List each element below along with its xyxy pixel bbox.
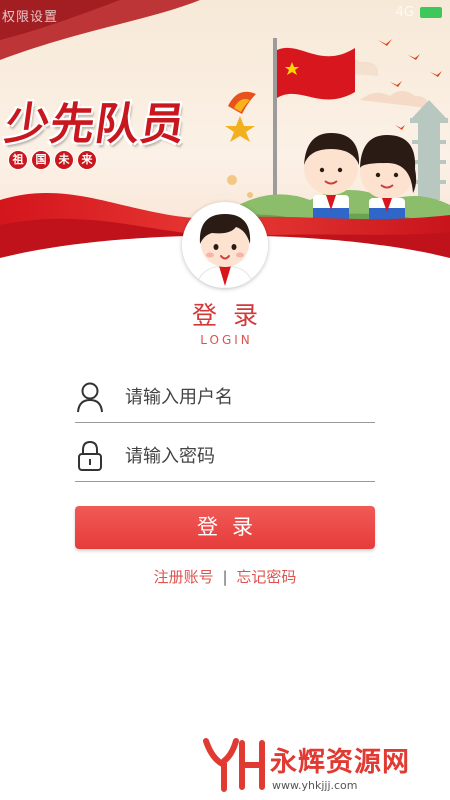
watermark-logo-icon [203,738,265,792]
subtitle-char: 国 [31,150,51,170]
link-separator: | [222,568,228,586]
login-button[interactable]: 登录 [75,506,375,549]
lock-icon [75,439,105,473]
subtitle-char: 未 [54,150,74,170]
battery-icon [420,7,442,18]
username-field [75,372,375,423]
password-field [75,431,375,482]
password-input[interactable] [125,445,365,467]
status-bar: 权限设置 4G [0,0,450,28]
register-link[interactable]: 注册账号 [154,568,214,586]
subtitle-char: 祖 [8,150,28,170]
watermark: 永辉资源网 www.yhkjjj.com [200,737,450,797]
pioneer-avatar-icon [182,202,268,288]
network-label: 4G [395,5,414,20]
avatar [182,202,268,288]
status-right: 4G [396,5,442,20]
user-icon [75,380,105,414]
page-title: 登录 [191,301,274,330]
watermark-name: 永辉资源网 [270,747,410,778]
username-input[interactable] [125,386,365,408]
auth-links: 注册账号 | 忘记密码 [0,566,450,587]
banner-subtitle: 祖 国 未 来 [8,150,97,170]
banner-title: 少先队员 [1,99,189,150]
forgot-password-link[interactable]: 忘记密码 [236,568,296,586]
status-left-text: 权限设置 [2,10,59,25]
page-subtitle: LOGIN [200,333,253,347]
subtitle-char: 来 [77,150,97,170]
login-screen: 权限设置 4G 少先队员 祖 国 未 来 登录 LOGIN 请输入用户名 登录 … [0,0,450,800]
watermark-url: www.yhkjjj.com [272,779,358,792]
